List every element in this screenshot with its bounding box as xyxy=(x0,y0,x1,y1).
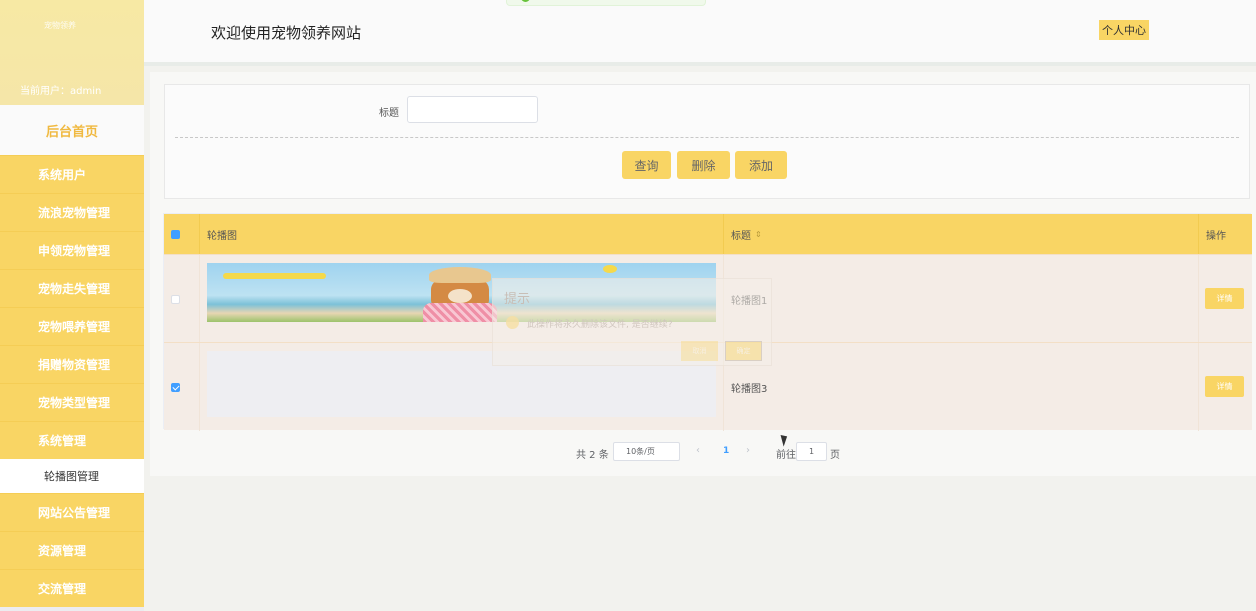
prev-page-icon[interactable]: ‹ xyxy=(696,445,700,456)
sidebar-item-resources[interactable]: 资源管理 xyxy=(0,531,144,569)
row-checkbox[interactable] xyxy=(171,294,180,304)
column-header-title-label: 标题 xyxy=(731,230,751,242)
row-select-cell xyxy=(164,343,200,431)
add-button[interactable]: 添加 xyxy=(735,151,787,179)
sidebar-header: 宠物领养 当前用户：admin xyxy=(0,0,144,105)
personal-center-link[interactable]: 个人中心 xyxy=(1099,20,1149,40)
logo: 宠物领养 xyxy=(44,21,76,30)
dog-snout xyxy=(448,289,472,303)
sidebar-item-home[interactable]: 后台首页 xyxy=(0,105,144,155)
page-size-select[interactable]: 10条/页 xyxy=(613,442,680,461)
next-page-icon[interactable]: › xyxy=(746,445,750,456)
column-header-image: 轮播图 xyxy=(200,214,724,254)
current-user-name: admin xyxy=(70,86,102,97)
current-user-label: 当前用户： xyxy=(20,86,70,97)
divider xyxy=(175,137,1239,138)
sidebar-item-adoption[interactable]: 申领宠物管理 xyxy=(0,231,144,269)
sidebar-item-pet-types[interactable]: 宠物类型管理 xyxy=(0,383,144,421)
page-title: 欢迎使用宠物领养网站 xyxy=(211,24,362,42)
dialog-title: 提示 xyxy=(504,292,531,307)
dialog-confirm-button[interactable]: 确定 xyxy=(725,341,762,361)
delete-button[interactable]: 删除 xyxy=(677,151,730,179)
page-suffix-label: 页 xyxy=(830,450,840,461)
main-content: 标题 查询 删除 添加 轮播图 标题 ⇕ 操作 详情 轮播图3 详情 共 2 条… xyxy=(150,72,1256,476)
dialog-cancel-button[interactable]: 取消 xyxy=(681,341,718,361)
dog-scarf xyxy=(423,303,497,322)
current-user: 当前用户：admin xyxy=(20,82,101,97)
sidebar-item-users[interactable]: 系统用户 xyxy=(0,155,144,193)
detail-button[interactable]: 详情 xyxy=(1205,376,1244,397)
success-icon xyxy=(521,0,530,2)
select-all-cell xyxy=(164,214,200,254)
banner-bar xyxy=(223,273,326,279)
sidebar: 宠物领养 当前用户：admin 后台首页 系统用户 流浪宠物管理 申领宠物管理 … xyxy=(0,0,144,611)
row-select-cell xyxy=(164,255,200,343)
title-search-input[interactable] xyxy=(407,96,538,123)
dog-hat xyxy=(429,267,491,283)
sidebar-item-system[interactable]: 系统管理 xyxy=(0,421,144,459)
detail-button[interactable]: 详情 xyxy=(1205,288,1244,309)
sidebar-item-feeding[interactable]: 宠物喂养管理 xyxy=(0,307,144,345)
row-actions-cell: 详情 xyxy=(1199,343,1252,431)
sidebar-item-stray-pets[interactable]: 流浪宠物管理 xyxy=(0,193,144,231)
query-button[interactable]: 查询 xyxy=(622,151,671,179)
column-header-title[interactable]: 标题 ⇕ xyxy=(724,214,1199,254)
sidebar-subitem-carousel[interactable]: 轮播图管理 xyxy=(0,459,144,493)
page-number-1[interactable]: 1 xyxy=(723,446,729,456)
title-search-label: 标题 xyxy=(379,108,399,119)
goto-label: 前往 xyxy=(776,450,796,461)
warning-icon xyxy=(506,316,519,329)
select-all-checkbox[interactable] xyxy=(171,229,180,239)
success-toast xyxy=(506,0,706,6)
table-header: 轮播图 标题 ⇕ 操作 xyxy=(164,214,1252,254)
sidebar-item-forum[interactable]: 交流管理 xyxy=(0,569,144,607)
pagination-total: 共 2 条 xyxy=(576,450,609,461)
top-header: 欢迎使用宠物领养网站 个人中心 xyxy=(144,0,1256,66)
column-header-actions: 操作 xyxy=(1206,230,1226,242)
sort-icon[interactable]: ⇕ xyxy=(755,230,762,239)
row-actions-cell: 详情 xyxy=(1199,255,1252,343)
sidebar-item-donations[interactable]: 捐赠物资管理 xyxy=(0,345,144,383)
search-panel: 标题 查询 删除 添加 xyxy=(164,84,1250,199)
row-title: 轮播图1 xyxy=(724,255,1199,343)
banner-sun xyxy=(603,265,617,273)
sidebar-item-announcements[interactable]: 网站公告管理 xyxy=(0,493,144,531)
pagination: 共 2 条 10条/页 ‹ 1 › 前往 1 页 xyxy=(150,442,1256,462)
row-checkbox[interactable] xyxy=(171,382,180,392)
row-title: 轮播图3 xyxy=(724,343,1199,431)
confirm-dialog: 提示 此操作将永久删除该文件, 是否继续? 取消 确定 xyxy=(492,278,772,366)
page-jump-input[interactable]: 1 xyxy=(796,442,827,461)
dialog-message: 此操作将永久删除该文件, 是否继续? xyxy=(527,320,673,330)
sidebar-item-lost-pets[interactable]: 宠物走失管理 xyxy=(0,269,144,307)
